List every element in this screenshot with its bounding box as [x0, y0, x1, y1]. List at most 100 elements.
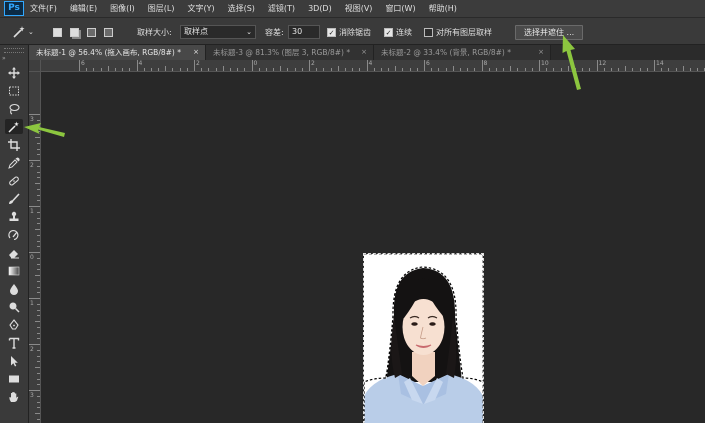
menu-bar: Ps 文件(F) 编辑(E) 图像(I) 图层(L) 文字(Y) 选择(S) 滤… [0, 0, 705, 17]
horizontal-ruler[interactable]: 6 4 2 0 2 4 6 8 10 12 14 [29, 60, 705, 72]
ruler-label: 6 [81, 60, 85, 67]
antialias-checkbox[interactable]: ✓ [327, 27, 336, 37]
contiguous-checkbox[interactable]: ✓ [384, 27, 393, 37]
hand-tool[interactable] [5, 389, 23, 404]
tolerance-label: 容差: [265, 27, 284, 37]
ruler-label: 3 [30, 392, 34, 399]
annotation-arrow-tool [24, 123, 65, 137]
eyedropper-icon [8, 157, 20, 169]
canvas-area[interactable] [41, 72, 705, 423]
ruler-minor-tick [37, 240, 40, 242]
ruler-minor-tick [37, 338, 40, 340]
ruler-minor-tick [37, 407, 40, 409]
menu-help[interactable]: 帮助(H) [429, 3, 457, 14]
menu-window[interactable]: 窗口(W) [385, 3, 415, 14]
ruler-minor-tick [618, 68, 620, 71]
tab-document-1[interactable]: 未标题-1 @ 56.4% (拖入画布, RGB/8#) * × [29, 45, 206, 60]
chevron-down-icon: ⌄ [28, 28, 34, 36]
ruler-label: 6 [426, 60, 430, 67]
add-selection-button[interactable] [70, 27, 79, 37]
menu-image[interactable]: 图像(I) [110, 3, 135, 14]
ruler-minor-tick [37, 194, 40, 196]
menu-file[interactable]: 文件(F) [30, 3, 57, 14]
eyedropper-tool[interactable] [5, 155, 23, 170]
ruler-minor-tick [474, 68, 476, 71]
dodge-icon [9, 302, 20, 313]
close-icon[interactable]: × [361, 45, 367, 60]
ruler-minor-tick [352, 68, 354, 71]
menu-type[interactable]: 文字(Y) [187, 3, 214, 14]
clone-stamp-tool[interactable] [5, 209, 23, 224]
ruler-minor-tick [488, 68, 490, 71]
ruler-minor-tick [524, 68, 526, 71]
sample-all-layers-checkbox[interactable] [424, 27, 433, 37]
menu-edit[interactable]: 编辑(E) [70, 3, 97, 14]
healing-brush-tool[interactable] [5, 173, 23, 188]
type-tool[interactable] [5, 335, 23, 350]
ruler-corner[interactable] [29, 60, 41, 72]
ruler-label: 1 [30, 300, 34, 307]
close-icon[interactable]: × [538, 45, 544, 60]
path-selection-tool[interactable] [5, 353, 23, 368]
ruler-minor-tick [438, 68, 440, 71]
ruler-major-tick [366, 60, 368, 71]
ruler-minor-tick [445, 68, 447, 71]
gradient-icon [8, 266, 20, 275]
ruler-minor-tick [459, 68, 461, 71]
blur-tool[interactable] [5, 281, 23, 296]
antialias-label: 消除锯齿 [339, 27, 371, 37]
crop-tool[interactable] [5, 137, 23, 152]
ruler-major-tick [29, 298, 40, 299]
menu-layer[interactable]: 图层(L) [148, 3, 175, 14]
pen-icon [9, 318, 19, 330]
menu-3d[interactable]: 3D(D) [308, 4, 332, 13]
tab-document-3[interactable]: 未标题-3 @ 81.3% (图层 3, RGB/8#) * × [206, 45, 374, 60]
ruler-minor-tick [100, 68, 102, 71]
ruler-minor-tick [273, 68, 275, 71]
ruler-minor-tick [35, 321, 40, 322]
magic-wand-tool[interactable] [5, 119, 23, 134]
tolerance-input[interactable]: 30 [288, 25, 320, 39]
new-selection-button[interactable] [53, 27, 62, 37]
ruler-major-tick [424, 60, 425, 71]
ruler-minor-tick [37, 177, 40, 179]
menu-select[interactable]: 选择(S) [228, 3, 255, 14]
tab-document-2[interactable]: 未标题-2 @ 33.4% (背景, RGB/8#) * × [374, 45, 551, 60]
ruler-minor-tick [301, 68, 303, 71]
ruler-minor-tick [37, 223, 40, 225]
dodge-tool[interactable] [5, 299, 23, 314]
toolbox-grip[interactable] [4, 48, 24, 53]
eraser-tool[interactable] [5, 245, 23, 260]
hand-icon [9, 391, 19, 402]
ruler-minor-tick [697, 68, 699, 71]
ruler-minor-tick [409, 68, 411, 71]
ruler-minor-tick [682, 66, 684, 71]
pen-tool[interactable] [5, 317, 23, 332]
lasso-tool[interactable] [5, 101, 23, 116]
rectangle-tool[interactable] [5, 371, 23, 386]
brush-icon [9, 192, 20, 204]
tool-preset-picker[interactable]: ⌄ [12, 18, 34, 46]
ruler-major-tick [29, 114, 40, 115]
menu-filter[interactable]: 滤镜(T) [268, 3, 295, 14]
sample-all-layers-label: 对所有图层取样 [436, 27, 492, 37]
rect-marquee-tool[interactable] [5, 83, 23, 98]
toolbox-collapse-icon[interactable]: » [2, 55, 6, 62]
ruler-minor-tick [37, 349, 40, 351]
ruler-label: 12 [598, 60, 607, 67]
close-icon[interactable]: × [193, 45, 199, 60]
rectangle-icon [9, 375, 19, 382]
brush-tool[interactable] [5, 191, 23, 206]
menu-view[interactable]: 视图(V) [345, 3, 373, 14]
gradient-tool[interactable] [5, 263, 23, 278]
sample-size-select[interactable]: 取样点 ⌄ [180, 25, 256, 39]
subtract-selection-button[interactable] [87, 27, 96, 37]
ruler-major-tick [654, 60, 655, 71]
ruler-minor-tick [107, 66, 109, 71]
ruler-minor-tick [37, 326, 40, 328]
intersect-selection-button[interactable] [104, 27, 113, 37]
history-brush-tool[interactable] [5, 227, 23, 242]
ruler-major-tick [136, 60, 138, 71]
move-tool[interactable] [5, 65, 23, 80]
ruler-major-tick [29, 344, 40, 345]
